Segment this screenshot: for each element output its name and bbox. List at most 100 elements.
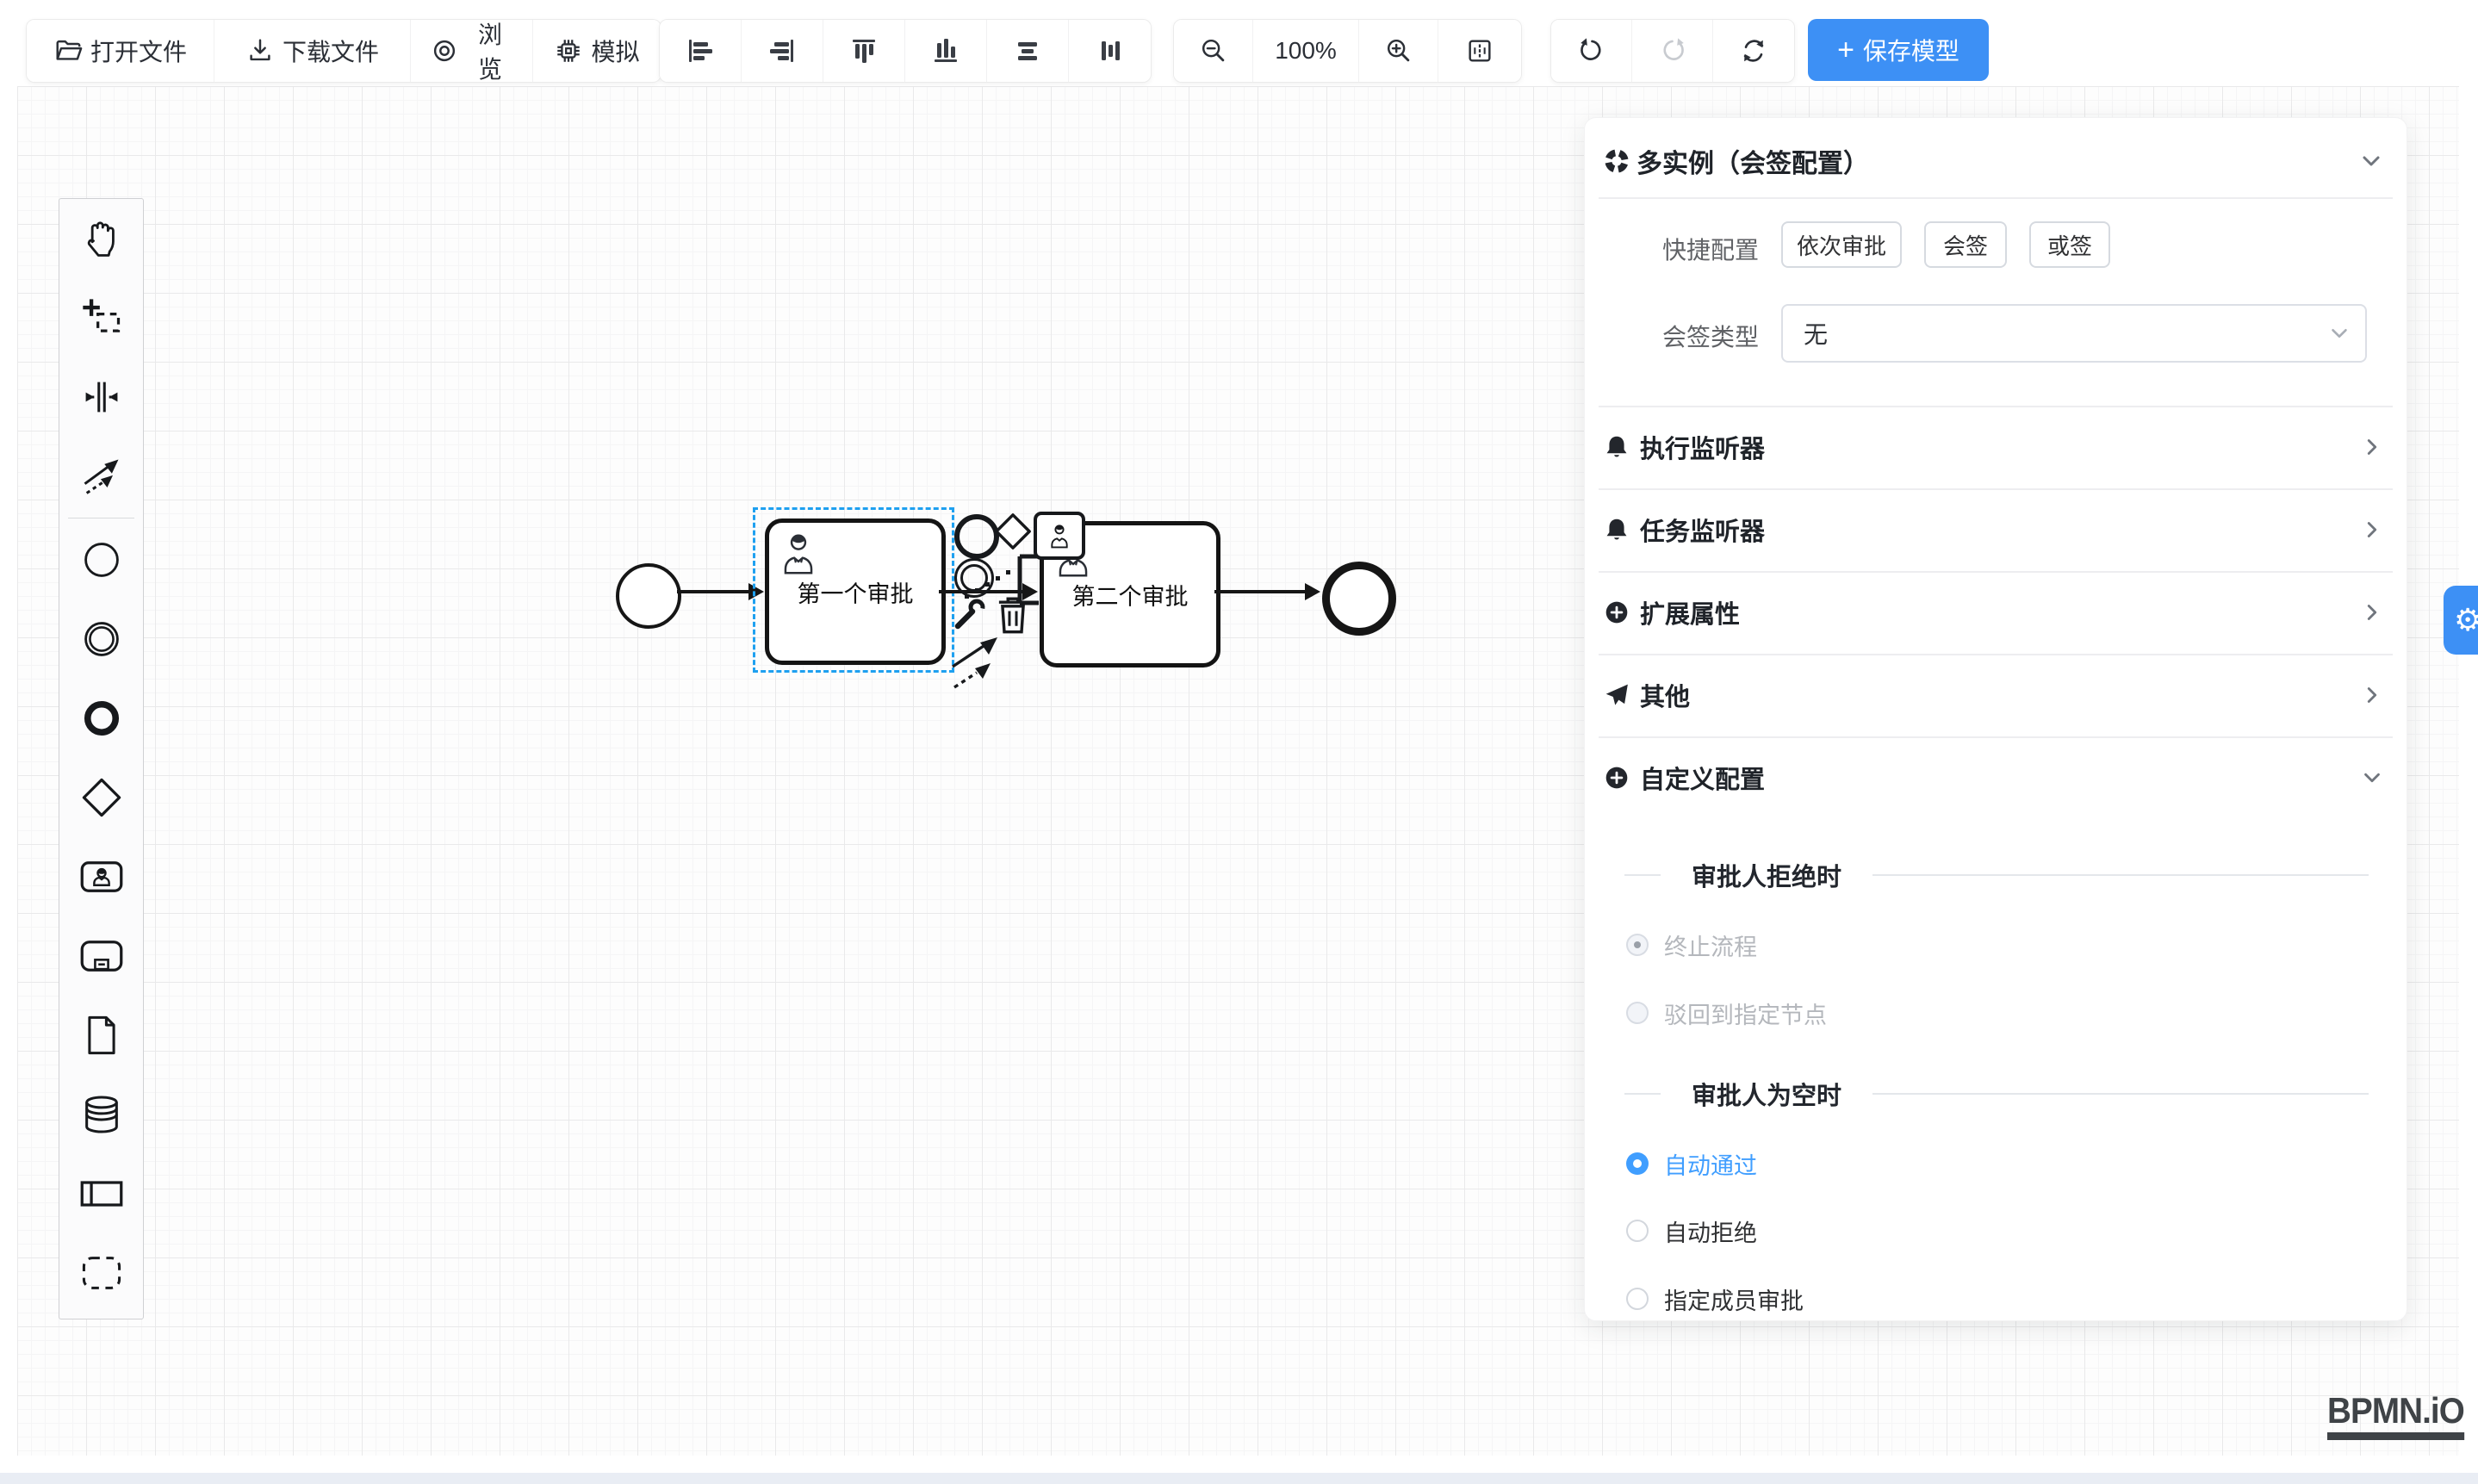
hand-tool[interactable] — [60, 199, 142, 278]
append-user-task-icon[interactable] — [1034, 512, 1085, 560]
radio-auto-pass[interactable]: 自动通过 — [1626, 1145, 1757, 1183]
align-center-horizontal-icon — [1013, 36, 1042, 65]
align-center-horizontal-button[interactable] — [987, 20, 1069, 82]
radio-label: 自动拒绝 — [1664, 1214, 1757, 1248]
trash-icon[interactable] — [996, 594, 1030, 634]
sequence-flow-1[interactable] — [677, 590, 749, 593]
end-event-icon — [79, 696, 124, 741]
align-bottom-icon — [931, 36, 960, 65]
refresh-button[interactable] — [1713, 20, 1794, 82]
download-file-button[interactable]: 下载文件 — [214, 20, 411, 82]
section-other[interactable]: 其他 — [1585, 654, 2407, 736]
simulate-button[interactable]: 模拟 — [533, 20, 661, 82]
section-execution-listeners[interactable]: 执行监听器 — [1585, 406, 2407, 488]
create-end-event[interactable] — [60, 679, 142, 758]
multi-instance-icon — [1604, 148, 1630, 174]
task-label: 第二个审批 — [1072, 578, 1189, 612]
palette — [59, 198, 144, 1319]
section-extended-properties[interactable]: 扩展属性 — [1585, 571, 2407, 654]
refresh-icon — [1739, 36, 1768, 65]
align-center-vertical-button[interactable] — [1069, 20, 1151, 82]
horizontal-scrollbar[interactable] — [0, 1473, 2478, 1484]
undo-button[interactable] — [1551, 20, 1632, 82]
fit-viewport-icon — [1465, 36, 1494, 65]
radio-auto-reject[interactable]: 自动拒绝 — [1626, 1212, 1757, 1250]
create-intermediate-event[interactable] — [60, 599, 142, 679]
zoom-in-icon — [1384, 36, 1413, 65]
create-start-event[interactable] — [60, 520, 142, 599]
align-right-button[interactable] — [742, 20, 823, 82]
chevron-down-icon — [2327, 321, 2351, 345]
create-data-store[interactable] — [60, 1075, 142, 1154]
settings-fab[interactable]: ⚙ — [2444, 586, 2478, 655]
create-group[interactable] — [60, 1233, 142, 1313]
append-gateway-icon[interactable] — [993, 512, 1033, 551]
section-label: 任务监听器 — [1640, 512, 1765, 548]
folder-open-icon — [53, 36, 83, 65]
divider — [1599, 197, 2393, 199]
create-gateway[interactable] — [60, 758, 142, 837]
align-center-vertical-icon — [1096, 36, 1125, 65]
radio-assign-member[interactable]: 指定成员审批 — [1626, 1280, 1804, 1318]
group-divider-empty: 审批人为空时 — [1624, 1081, 2369, 1107]
connect-tool[interactable] — [60, 437, 142, 516]
section-label: 自定义配置 — [1640, 760, 1765, 796]
task-first-approval[interactable]: 第一个审批 — [765, 518, 946, 665]
plus-circle-icon — [1604, 765, 1630, 791]
space-tool-icon — [79, 375, 124, 419]
open-file-button[interactable]: 打开文件 — [27, 20, 214, 82]
start-event-shape[interactable] — [616, 563, 681, 629]
section-label: 执行监听器 — [1640, 429, 1765, 465]
space-tool[interactable] — [60, 357, 142, 437]
sequence-flow-3[interactable] — [1214, 590, 1306, 593]
open-file-label: 打开文件 — [90, 34, 187, 68]
connect-tool-icon — [79, 454, 124, 499]
align-top-icon — [849, 36, 879, 65]
or-sign-button[interactable]: 或签 — [2029, 221, 2110, 268]
data-object-icon — [79, 1013, 124, 1058]
zoom-in-button[interactable] — [1359, 20, 1438, 82]
fit-viewport-button[interactable] — [1438, 20, 1521, 82]
create-data-object[interactable] — [60, 996, 142, 1075]
section-custom-config[interactable]: 自定义配置 — [1585, 736, 2407, 819]
radio-circle — [1626, 1288, 1649, 1310]
radio-circle — [1626, 1002, 1649, 1024]
align-left-icon — [686, 36, 715, 65]
radio-label: 终止流程 — [1664, 928, 1757, 962]
preview-icon — [430, 36, 459, 65]
redo-icon — [1658, 36, 1687, 65]
participant-pool-icon — [79, 1171, 124, 1216]
create-participant-pool[interactable] — [60, 1154, 142, 1233]
download-file-label: 下载文件 — [283, 34, 379, 68]
group-title: 审批人拒绝时 — [1692, 857, 1841, 893]
align-left-button[interactable] — [660, 20, 742, 82]
redo-button[interactable] — [1632, 20, 1713, 82]
section-label: 扩展属性 — [1640, 594, 1740, 630]
chevron-right-icon — [2360, 683, 2384, 707]
countersign-button[interactable]: 会签 — [1924, 221, 2007, 268]
section-task-listeners[interactable]: 任务监听器 — [1585, 488, 2407, 571]
bpmn-logo[interactable]: BPMN.iO — [2327, 1390, 2464, 1440]
radio-label: 自动通过 — [1664, 1147, 1757, 1181]
end-event-shape[interactable] — [1322, 562, 1396, 636]
zoom-out-button[interactable] — [1174, 20, 1253, 82]
sign-type-select[interactable]: 无 — [1781, 304, 2367, 363]
radio-circle — [1626, 934, 1649, 956]
chevron-down-icon — [2360, 766, 2384, 790]
group-divider-reject: 审批人拒绝时 — [1624, 862, 2369, 888]
preview-button[interactable]: 浏览 — [411, 20, 533, 82]
create-user-task[interactable] — [60, 837, 142, 916]
connect-arrow-icon[interactable] — [949, 634, 1006, 694]
gear-icon: ⚙ — [2454, 602, 2478, 638]
send-icon — [1604, 682, 1630, 708]
zoom-out-icon — [1199, 36, 1228, 65]
create-subprocess[interactable] — [60, 916, 142, 996]
lasso-tool[interactable] — [60, 278, 142, 357]
align-bottom-button[interactable] — [905, 20, 987, 82]
data-store-icon — [79, 1092, 124, 1137]
sequential-approval-button[interactable]: 依次审批 — [1781, 221, 1902, 268]
wrench-icon[interactable] — [951, 598, 989, 632]
align-top-button[interactable] — [823, 20, 905, 82]
chevron-down-icon[interactable] — [2358, 148, 2384, 174]
save-model-button[interactable]: + 保存模型 — [1808, 19, 1989, 81]
